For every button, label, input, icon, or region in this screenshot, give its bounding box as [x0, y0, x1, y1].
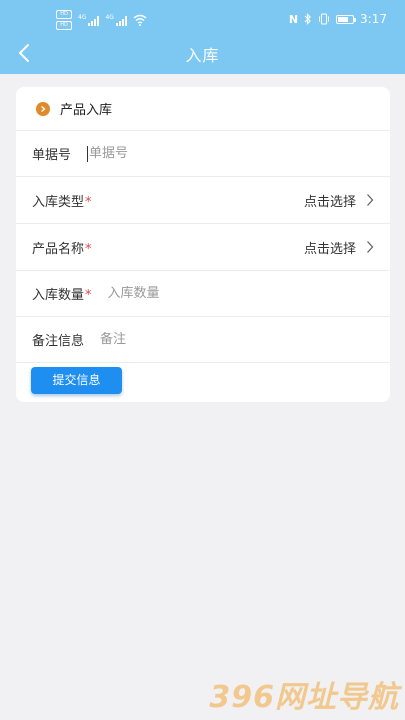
- sim2-badge: HD: [56, 21, 72, 30]
- status-time: 3:17: [360, 12, 387, 26]
- inbound-type-select[interactable]: 点击选择: [304, 177, 374, 223]
- nav-bar: 入库: [0, 36, 405, 70]
- signal1-label: 4G: [78, 14, 87, 21]
- inbound-form-card: 产品入库 单据号 入库类型* 点击选择 产品名称* 点击选择 入库数量* 备注信…: [16, 87, 390, 402]
- text-cursor: [87, 145, 89, 162]
- form-row-quantity: 入库数量*: [16, 271, 390, 317]
- signal2-icon: 4G: [105, 14, 127, 26]
- form-row-remark: 备注信息: [16, 317, 390, 363]
- page-title: 入库: [185, 46, 220, 65]
- chevron-right-icon: [367, 241, 374, 253]
- product-name-select[interactable]: 点击选择: [304, 224, 374, 270]
- product-name-label: 产品名称*: [32, 241, 92, 257]
- status-right: N 3:17: [289, 12, 387, 26]
- chevron-right-circle-icon: [36, 101, 50, 116]
- signal1-icon: 4G: [78, 14, 100, 26]
- document-number-label: 单据号: [32, 148, 72, 163]
- document-number-input[interactable]: [89, 146, 290, 161]
- vibrate-icon: [319, 13, 330, 25]
- status-left: HD HD 4G 4G: [56, 10, 147, 30]
- required-mark: *: [85, 241, 92, 257]
- sim1-badge: HD: [56, 10, 72, 19]
- top-bar: HD HD 4G 4G N 3:17 入库: [0, 0, 405, 74]
- inbound-type-label: 入库类型*: [32, 194, 92, 210]
- section-title: 产品入库: [60, 103, 113, 118]
- required-mark: *: [85, 288, 92, 303]
- nfc-icon: N: [288, 12, 299, 26]
- inbound-type-select-text: 点击选择: [303, 194, 356, 210]
- form-row-inbound-type[interactable]: 入库类型* 点击选择: [16, 177, 390, 224]
- signal2-label: 4G: [105, 14, 114, 21]
- remark-input[interactable]: [100, 332, 301, 347]
- section-header: 产品入库: [16, 87, 390, 131]
- sim-indicators: HD HD: [56, 10, 72, 30]
- product-name-select-text: 点击选择: [303, 241, 356, 257]
- required-mark: *: [85, 194, 92, 210]
- site-watermark: 396网址导航: [209, 680, 399, 715]
- remark-label: 备注信息: [32, 334, 85, 349]
- status-bar: HD HD 4G 4G N 3:17: [0, 0, 405, 40]
- wifi-icon: [133, 14, 147, 26]
- battery-icon: [336, 14, 357, 24]
- quantity-input[interactable]: [107, 286, 308, 301]
- form-row-document-number: 单据号: [16, 131, 390, 177]
- submit-button[interactable]: 提交信息: [31, 367, 122, 394]
- bluetooth-icon: [304, 13, 311, 25]
- chevron-right-icon: [367, 194, 374, 206]
- form-row-product-name[interactable]: 产品名称* 点击选择: [16, 224, 390, 271]
- quantity-label: 入库数量*: [32, 288, 92, 303]
